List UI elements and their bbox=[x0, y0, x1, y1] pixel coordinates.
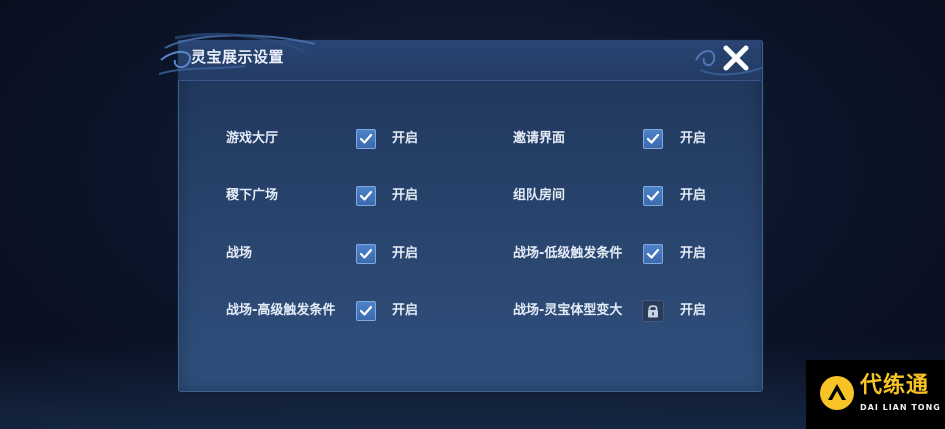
checkbox-game-lobby[interactable] bbox=[356, 129, 376, 149]
checkbox-invite-screen[interactable] bbox=[643, 129, 663, 149]
checkbox-battlefield-high-trigger[interactable] bbox=[356, 301, 376, 321]
setting-label-battlefield-high-trigger: 战场-高级触发条件 bbox=[226, 303, 336, 318]
setting-label-battlefield-enlarge: 战场-灵宝体型变大 bbox=[513, 303, 623, 318]
state-label-battlefield: 开启 bbox=[392, 246, 419, 261]
setting-label-team-room: 组队房间 bbox=[513, 188, 566, 203]
setting-label-jixia-square: 稷下广场 bbox=[226, 188, 279, 203]
checkmark-icon bbox=[359, 133, 373, 144]
checkmark-icon bbox=[646, 248, 660, 259]
settings-dialog bbox=[178, 40, 763, 392]
locked-checkbox-battlefield-enlarge[interactable] bbox=[642, 300, 664, 322]
dialog-title: 灵宝展示设置 bbox=[191, 48, 285, 66]
watermark-name-cn: 代练通 bbox=[860, 373, 930, 398]
close-icon bbox=[723, 45, 749, 71]
state-label-game-lobby: 开启 bbox=[392, 131, 419, 146]
checkmark-icon bbox=[359, 305, 373, 316]
setting-label-battlefield-low-trigger: 战场-低级触发条件 bbox=[513, 246, 623, 261]
state-label-invite-screen: 开启 bbox=[680, 131, 707, 146]
checkbox-battlefield[interactable] bbox=[356, 244, 376, 264]
state-label-battlefield-high-trigger: 开启 bbox=[392, 303, 419, 318]
state-label-battlefield-low-trigger: 开启 bbox=[680, 246, 707, 261]
checkmark-icon bbox=[359, 190, 373, 201]
checkbox-jixia-square[interactable] bbox=[356, 186, 376, 206]
watermark-name-en: DAI LIAN TONG bbox=[860, 403, 941, 412]
setting-label-invite-screen: 邀请界面 bbox=[513, 131, 566, 146]
state-label-team-room: 开启 bbox=[680, 188, 707, 203]
state-label-jixia-square: 开启 bbox=[392, 188, 419, 203]
checkmark-icon bbox=[646, 133, 660, 144]
close-button[interactable] bbox=[718, 42, 754, 74]
setting-label-game-lobby: 游戏大厅 bbox=[226, 131, 279, 146]
daliantong-logo-icon bbox=[820, 376, 854, 410]
lock-icon bbox=[648, 305, 658, 318]
checkmark-icon bbox=[646, 190, 660, 201]
checkmark-icon bbox=[359, 248, 373, 259]
state-label-battlefield-enlarge: 开启 bbox=[680, 303, 707, 318]
checkbox-battlefield-low-trigger[interactable] bbox=[643, 244, 663, 264]
setting-label-battlefield: 战场 bbox=[226, 246, 253, 261]
checkbox-team-room[interactable] bbox=[643, 186, 663, 206]
